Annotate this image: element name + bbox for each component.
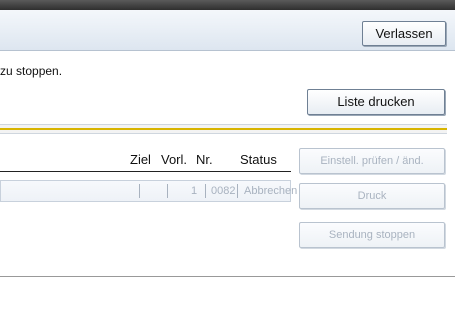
cell-vorl: 1 <box>191 185 198 197</box>
stop-sending-button[interactable]: Sendung stoppen <box>299 222 445 248</box>
column-header-underline <box>0 171 291 172</box>
print-button[interactable]: Druck <box>299 183 445 209</box>
accent-line <box>0 128 447 130</box>
cell-separator <box>139 184 140 198</box>
print-list-button[interactable]: Liste drucken <box>307 89 445 115</box>
cell-separator <box>205 184 206 198</box>
cell-nr: 0082 <box>211 185 236 197</box>
column-header-ziel: Ziel <box>130 152 151 167</box>
bottom-divider <box>0 276 455 277</box>
cell-status: Abbrechen <box>244 185 298 197</box>
exit-button[interactable]: Verlassen <box>362 21 446 46</box>
column-header-vorl: Vorl. <box>161 152 188 167</box>
cell-separator <box>167 184 168 198</box>
instruction-text: zu stoppen. <box>0 64 63 78</box>
table-row[interactable]: 1 0082 Abbrechen <box>0 180 297 202</box>
title-bar <box>0 0 455 10</box>
column-header-status: Status <box>240 152 277 167</box>
check-change-settings-button[interactable]: Einstell. prüfen / änd. <box>299 148 445 174</box>
cell-separator <box>237 184 238 198</box>
section-divider <box>0 124 447 134</box>
column-header-nr: Nr. <box>196 152 213 167</box>
